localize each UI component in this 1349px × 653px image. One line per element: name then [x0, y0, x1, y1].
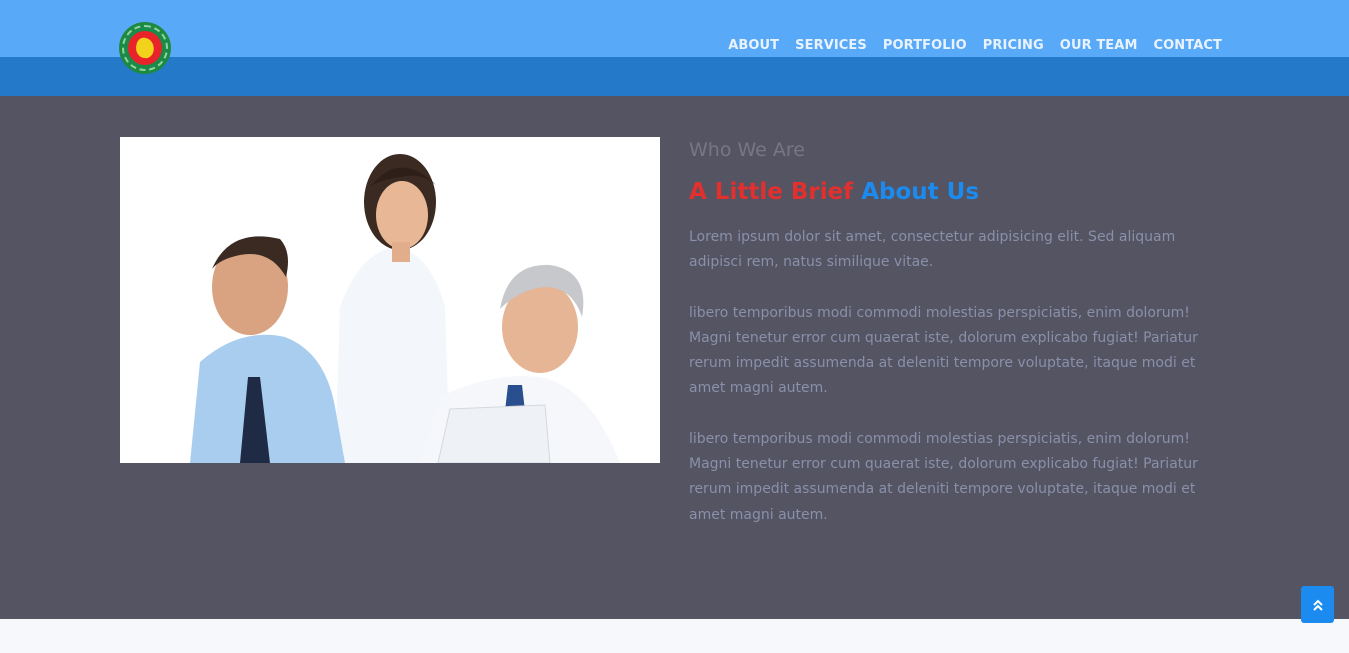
next-section-strip: [0, 619, 1349, 653]
about-eyebrow: Who We Are: [689, 139, 805, 161]
about-paragraph-2: libero temporibus modi commodi molestias…: [689, 304, 1198, 397]
scroll-to-top-button[interactable]: [1301, 586, 1334, 623]
about-content: Who We Are A Little Brief About Us Lorem…: [689, 137, 1209, 528]
about-heading-blue: About Us: [861, 179, 980, 205]
nav-pricing[interactable]: PRICING: [983, 38, 1044, 53]
about-paragraph-1: Lorem ipsum dolor sit amet, consectetur …: [689, 229, 1176, 271]
logo-map-shape: [134, 36, 156, 60]
nav-services[interactable]: SERVICES: [795, 38, 867, 53]
about-heading: A Little Brief About Us: [689, 179, 1209, 205]
double-chevron-up-icon: [1312, 599, 1323, 611]
nav-about[interactable]: ABOUT: [728, 38, 779, 53]
team-illustration: [120, 137, 660, 463]
logo-ring: [122, 25, 168, 71]
nav-contact[interactable]: CONTACT: [1154, 38, 1223, 53]
header-bottom-band: [0, 57, 1349, 96]
site-logo[interactable]: [119, 22, 171, 74]
site-header: ABOUT SERVICES PORTFOLIO PRICING OUR TEA…: [0, 0, 1349, 96]
logo-red-disc: [128, 31, 162, 65]
about-team-photo: [120, 137, 660, 463]
main-nav: ABOUT SERVICES PORTFOLIO PRICING OUR TEA…: [728, 38, 1222, 53]
about-heading-red: A Little Brief: [689, 179, 854, 205]
nav-our-team[interactable]: OUR TEAM: [1060, 38, 1138, 53]
about-paragraph-3: libero temporibus modi commodi molestias…: [689, 430, 1198, 523]
nav-portfolio[interactable]: PORTFOLIO: [883, 38, 967, 53]
